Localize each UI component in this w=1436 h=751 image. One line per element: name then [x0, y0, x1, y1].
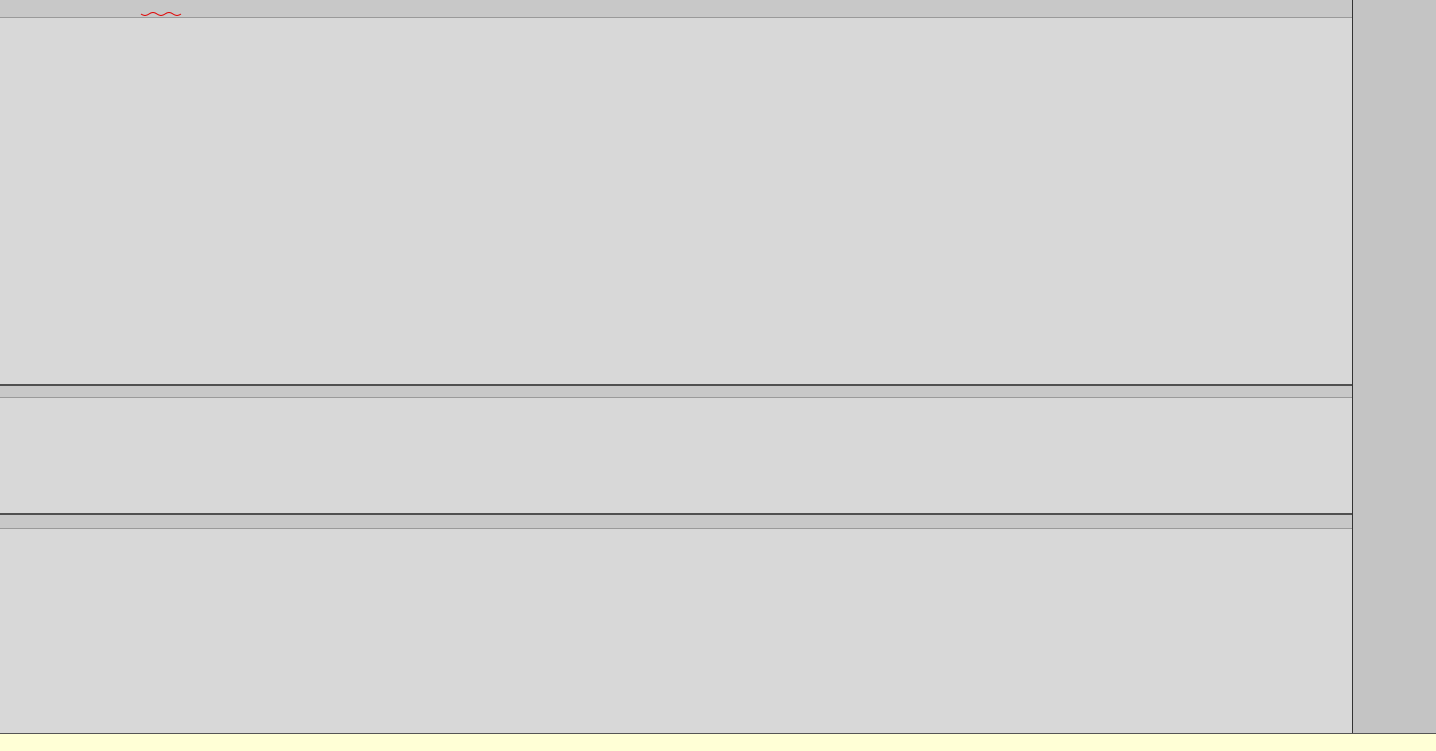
rsi-header-fields — [0, 515, 1352, 516]
date-axis[interactable] — [0, 733, 1436, 751]
macd-panel[interactable] — [0, 397, 1352, 513]
main-header-fields — [0, 0, 1436, 2]
rsi-chart[interactable] — [0, 529, 1352, 734]
macd-header-fields — [0, 386, 1352, 387]
candlestick-chart[interactable] — [0, 18, 1352, 385]
macd-panel-header — [0, 384, 1352, 397]
macd-chart[interactable] — [0, 398, 1352, 514]
rsi-panel[interactable] — [0, 528, 1352, 733]
visual-chart-window — [0, 0, 1436, 751]
main-chart-header — [0, 0, 1436, 17]
price-axis-column[interactable] — [1352, 0, 1436, 733]
price-chart-panel[interactable] — [0, 17, 1352, 384]
red-scribble-annotation — [140, 12, 182, 16]
rsi-panel-header — [0, 513, 1352, 528]
